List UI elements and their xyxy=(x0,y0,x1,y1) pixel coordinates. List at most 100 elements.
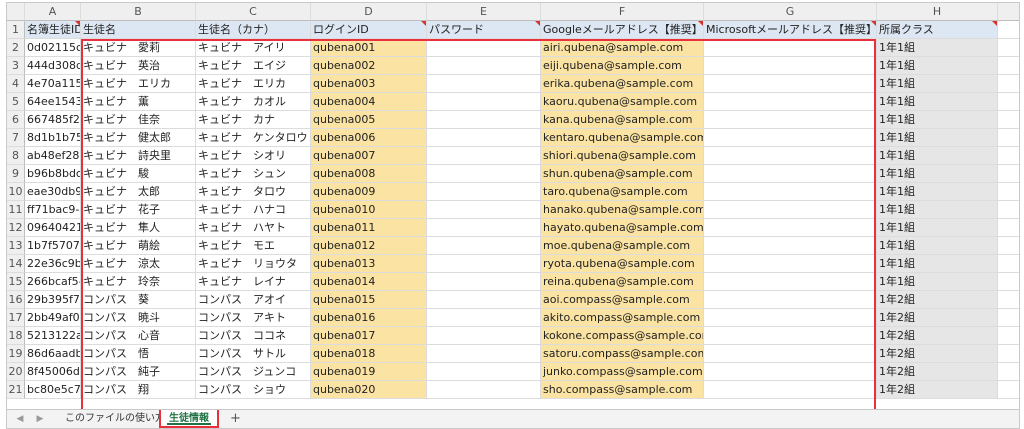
cell-student-kana[interactable]: コンパス アオイ xyxy=(196,291,311,309)
row-number[interactable]: 8 xyxy=(7,147,25,165)
row-number[interactable]: 4 xyxy=(7,75,25,93)
cell-student-name[interactable]: コンパス 暁斗 xyxy=(81,309,196,327)
cell-login-id[interactable]: qubena001 xyxy=(311,39,427,57)
cell-student-kana[interactable]: キュビナ ハヤト xyxy=(196,219,311,237)
cell-login-id[interactable]: qubena005 xyxy=(311,111,427,129)
cell-student-id[interactable]: 8f45006d- xyxy=(25,363,81,381)
cell-microsoft-email[interactable] xyxy=(704,165,877,183)
column-header-b[interactable]: B xyxy=(81,3,196,21)
cell-student-kana[interactable]: キュビナ エイジ xyxy=(196,57,311,75)
row-number[interactable]: 17 xyxy=(7,309,25,327)
cell-student-id[interactable]: 5213122a- xyxy=(25,327,81,345)
cell-password[interactable] xyxy=(427,273,541,291)
cell-class[interactable]: 1年2組 xyxy=(877,327,998,345)
cell-class[interactable]: 1年1組 xyxy=(877,57,998,75)
cell-class[interactable]: 1年1組 xyxy=(877,219,998,237)
cell-student-id[interactable]: 8d1b1b75- xyxy=(25,129,81,147)
cell-google-email[interactable]: hayato.qubena@sample.com xyxy=(541,219,704,237)
row-number[interactable]: 9 xyxy=(7,165,25,183)
cell-google-email[interactable]: erika.qubena@sample.com xyxy=(541,75,704,93)
cell-login-id[interactable]: qubena004 xyxy=(311,93,427,111)
cell-password[interactable] xyxy=(427,147,541,165)
cell-class[interactable]: 1年2組 xyxy=(877,363,998,381)
header-microsoft-email[interactable]: Microsoftメールアドレス【推奨】 xyxy=(704,21,877,39)
blank-cell[interactable] xyxy=(998,129,1019,147)
cell-microsoft-email[interactable] xyxy=(704,309,877,327)
cell-student-name[interactable]: コンパス 翔 xyxy=(81,381,196,399)
cell-google-email[interactable]: sho.compass@sample.com xyxy=(541,381,704,399)
header-password[interactable]: パスワード xyxy=(427,21,541,39)
row-number[interactable]: 15 xyxy=(7,273,25,291)
prev-sheet-icon[interactable]: ◀ xyxy=(13,412,27,426)
cell-student-kana[interactable]: キュビナ タロウ xyxy=(196,183,311,201)
blank-cell[interactable] xyxy=(998,237,1019,255)
column-header-e[interactable]: E xyxy=(427,3,541,21)
cell-student-id[interactable]: 266bcaf5- xyxy=(25,273,81,291)
cell-student-name[interactable]: キュビナ 健太郎 xyxy=(81,129,196,147)
cell-microsoft-email[interactable] xyxy=(704,75,877,93)
blank-cell[interactable] xyxy=(998,219,1019,237)
blank-cell[interactable] xyxy=(998,291,1019,309)
cell-class[interactable]: 1年2組 xyxy=(877,291,998,309)
cell-student-id[interactable]: 2bb49af0- xyxy=(25,309,81,327)
row-number[interactable]: 2 xyxy=(7,39,25,57)
cell-student-id[interactable]: b96b8bdc- xyxy=(25,165,81,183)
cell-student-id[interactable]: 667485f2- xyxy=(25,111,81,129)
blank-cell[interactable] xyxy=(998,75,1019,93)
header-login-id[interactable]: ログインID xyxy=(311,21,427,39)
cell-student-id[interactable]: bc80e5c7- xyxy=(25,381,81,399)
cell-login-id[interactable]: qubena010 xyxy=(311,201,427,219)
cell-google-email[interactable]: hanako.qubena@sample.com xyxy=(541,201,704,219)
row-number[interactable]: 19 xyxy=(7,345,25,363)
cell-student-kana[interactable]: キュビナ エリカ xyxy=(196,75,311,93)
cell-microsoft-email[interactable] xyxy=(704,219,877,237)
cell-class[interactable]: 1年1組 xyxy=(877,147,998,165)
cell-class[interactable]: 1年1組 xyxy=(877,129,998,147)
cell-student-name[interactable]: キュビナ エリカ xyxy=(81,75,196,93)
cell-google-email[interactable]: shiori.qubena@sample.com xyxy=(541,147,704,165)
cell-password[interactable] xyxy=(427,255,541,273)
cell-password[interactable] xyxy=(427,111,541,129)
cell-google-email[interactable]: moe.qubena@sample.com xyxy=(541,237,704,255)
cell-student-kana[interactable]: キュビナ ケンタロウ xyxy=(196,129,311,147)
blank-cell[interactable] xyxy=(998,255,1019,273)
column-header-a[interactable]: A xyxy=(25,3,81,21)
cell-login-id[interactable]: qubena007 xyxy=(311,147,427,165)
cell-class[interactable]: 1年1組 xyxy=(877,201,998,219)
cell-student-kana[interactable]: キュビナ アイリ xyxy=(196,39,311,57)
cell-microsoft-email[interactable] xyxy=(704,237,877,255)
cell-google-email[interactable]: eiji.qubena@sample.com xyxy=(541,57,704,75)
cell-class[interactable]: 1年2組 xyxy=(877,309,998,327)
blank-cell[interactable] xyxy=(998,201,1019,219)
cell-student-kana[interactable]: キュビナ シオリ xyxy=(196,147,311,165)
column-header-f[interactable]: F xyxy=(541,3,704,21)
cell-student-name[interactable]: キュビナ 詩央里 xyxy=(81,147,196,165)
cell-microsoft-email[interactable] xyxy=(704,111,877,129)
cell-google-email[interactable]: satoru.compass@sample.com xyxy=(541,345,704,363)
cell-login-id[interactable]: qubena015 xyxy=(311,291,427,309)
blank-cell[interactable] xyxy=(998,183,1019,201)
row-number[interactable]: 13 xyxy=(7,237,25,255)
cell-microsoft-email[interactable] xyxy=(704,381,877,399)
cell-student-name[interactable]: キュビナ 薫 xyxy=(81,93,196,111)
cell-login-id[interactable]: qubena014 xyxy=(311,273,427,291)
cell-student-kana[interactable]: キュビナ カナ xyxy=(196,111,311,129)
blank-cell[interactable] xyxy=(998,309,1019,327)
cell-class[interactable]: 1年1組 xyxy=(877,273,998,291)
cell-login-id[interactable]: qubena020 xyxy=(311,381,427,399)
blank-cell[interactable] xyxy=(998,165,1019,183)
cell-student-id[interactable]: 4e70a115- xyxy=(25,75,81,93)
cell-student-kana[interactable]: コンパス アキト xyxy=(196,309,311,327)
cell-google-email[interactable]: akito.compass@sample.com xyxy=(541,309,704,327)
cell-student-id[interactable]: 444d308d- xyxy=(25,57,81,75)
blank-cell[interactable] xyxy=(998,381,1019,399)
cell-login-id[interactable]: qubena019 xyxy=(311,363,427,381)
cell-password[interactable] xyxy=(427,237,541,255)
cell-google-email[interactable]: airi.qubena@sample.com xyxy=(541,39,704,57)
cell-login-id[interactable]: qubena013 xyxy=(311,255,427,273)
cell-student-kana[interactable]: キュビナ カオル xyxy=(196,93,311,111)
cell-login-id[interactable]: qubena009 xyxy=(311,183,427,201)
cell-student-kana[interactable]: キュビナ ハナコ xyxy=(196,201,311,219)
tab-usage-guide[interactable]: このファイルの使い方 xyxy=(57,410,173,428)
cell-google-email[interactable]: junko.compass@sample.com xyxy=(541,363,704,381)
